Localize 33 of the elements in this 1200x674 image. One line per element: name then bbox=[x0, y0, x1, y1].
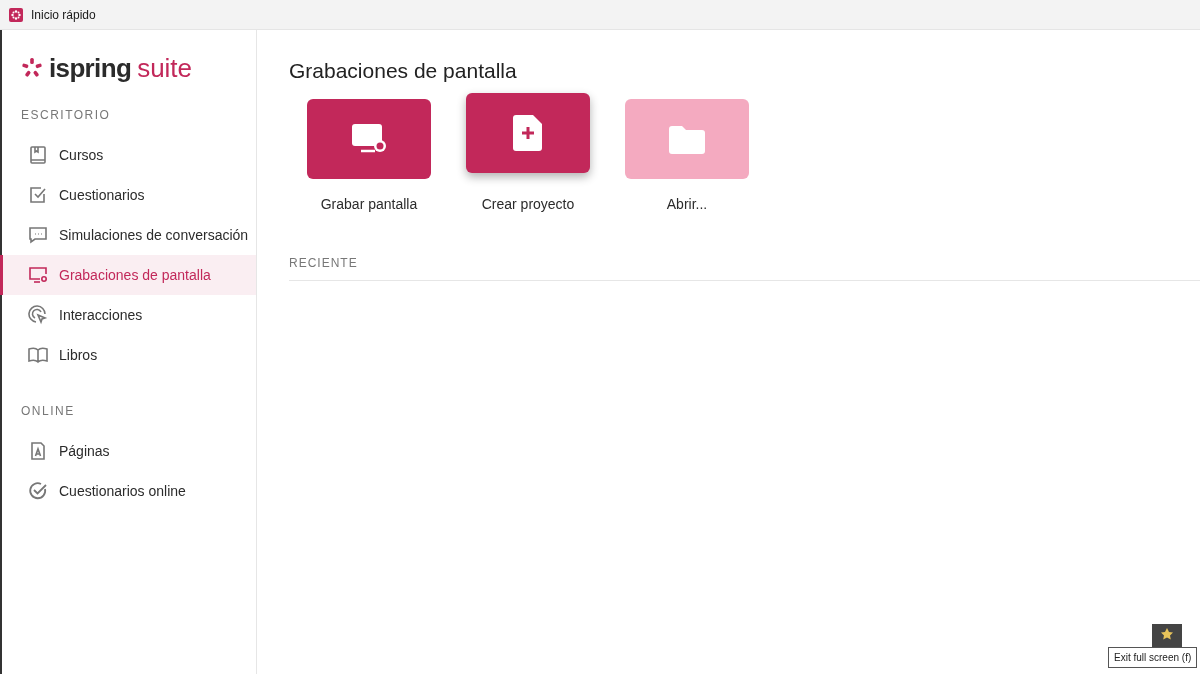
action-tile[interactable] bbox=[466, 93, 590, 173]
sidebar-item[interactable]: Cuestionarios online bbox=[0, 471, 256, 511]
action-label: Abrir... bbox=[666, 195, 708, 214]
logo-text: suite bbox=[137, 55, 193, 81]
page-icon bbox=[28, 441, 48, 461]
section-heading: ONLINE bbox=[20, 403, 76, 420]
folder-icon bbox=[669, 124, 705, 154]
logo-icon bbox=[21, 57, 43, 79]
book-icon bbox=[28, 145, 48, 165]
sidebar-item[interactable]: Interacciones bbox=[0, 295, 256, 335]
section-heading: ESCRITORIO bbox=[20, 107, 112, 124]
new-file-icon bbox=[513, 115, 543, 151]
action-label: Grabar pantalla bbox=[320, 195, 418, 214]
chat-icon bbox=[28, 225, 48, 245]
touch-icon bbox=[28, 305, 48, 325]
action-label: Crear proyecto bbox=[481, 195, 575, 214]
app-icon bbox=[9, 7, 23, 22]
window-title: Inicio rápido bbox=[31, 6, 96, 24]
checkbox-icon bbox=[28, 185, 48, 205]
action-tile[interactable] bbox=[307, 99, 431, 179]
screen-record-icon bbox=[28, 265, 48, 285]
check-circle-icon bbox=[28, 481, 48, 501]
sidebar-item[interactable]: Simulaciones de conversación bbox=[0, 215, 256, 255]
logo-text: ispring bbox=[49, 55, 132, 81]
sidebar-item[interactable]: Grabaciones de pantalla bbox=[0, 255, 256, 295]
sidebar-item[interactable]: Libros bbox=[0, 335, 256, 375]
tooltip: Exit full screen (f) bbox=[1108, 647, 1198, 668]
page-title: Grabaciones de pantalla bbox=[289, 58, 518, 84]
sidebar-item[interactable]: Páginas bbox=[0, 431, 256, 471]
sidebar-item[interactable]: Cuestionarios bbox=[0, 175, 256, 215]
section-heading: RECIENTE bbox=[289, 254, 1200, 281]
open-book-icon bbox=[27, 345, 49, 365]
sidebar-item[interactable]: Cursos bbox=[0, 135, 256, 175]
